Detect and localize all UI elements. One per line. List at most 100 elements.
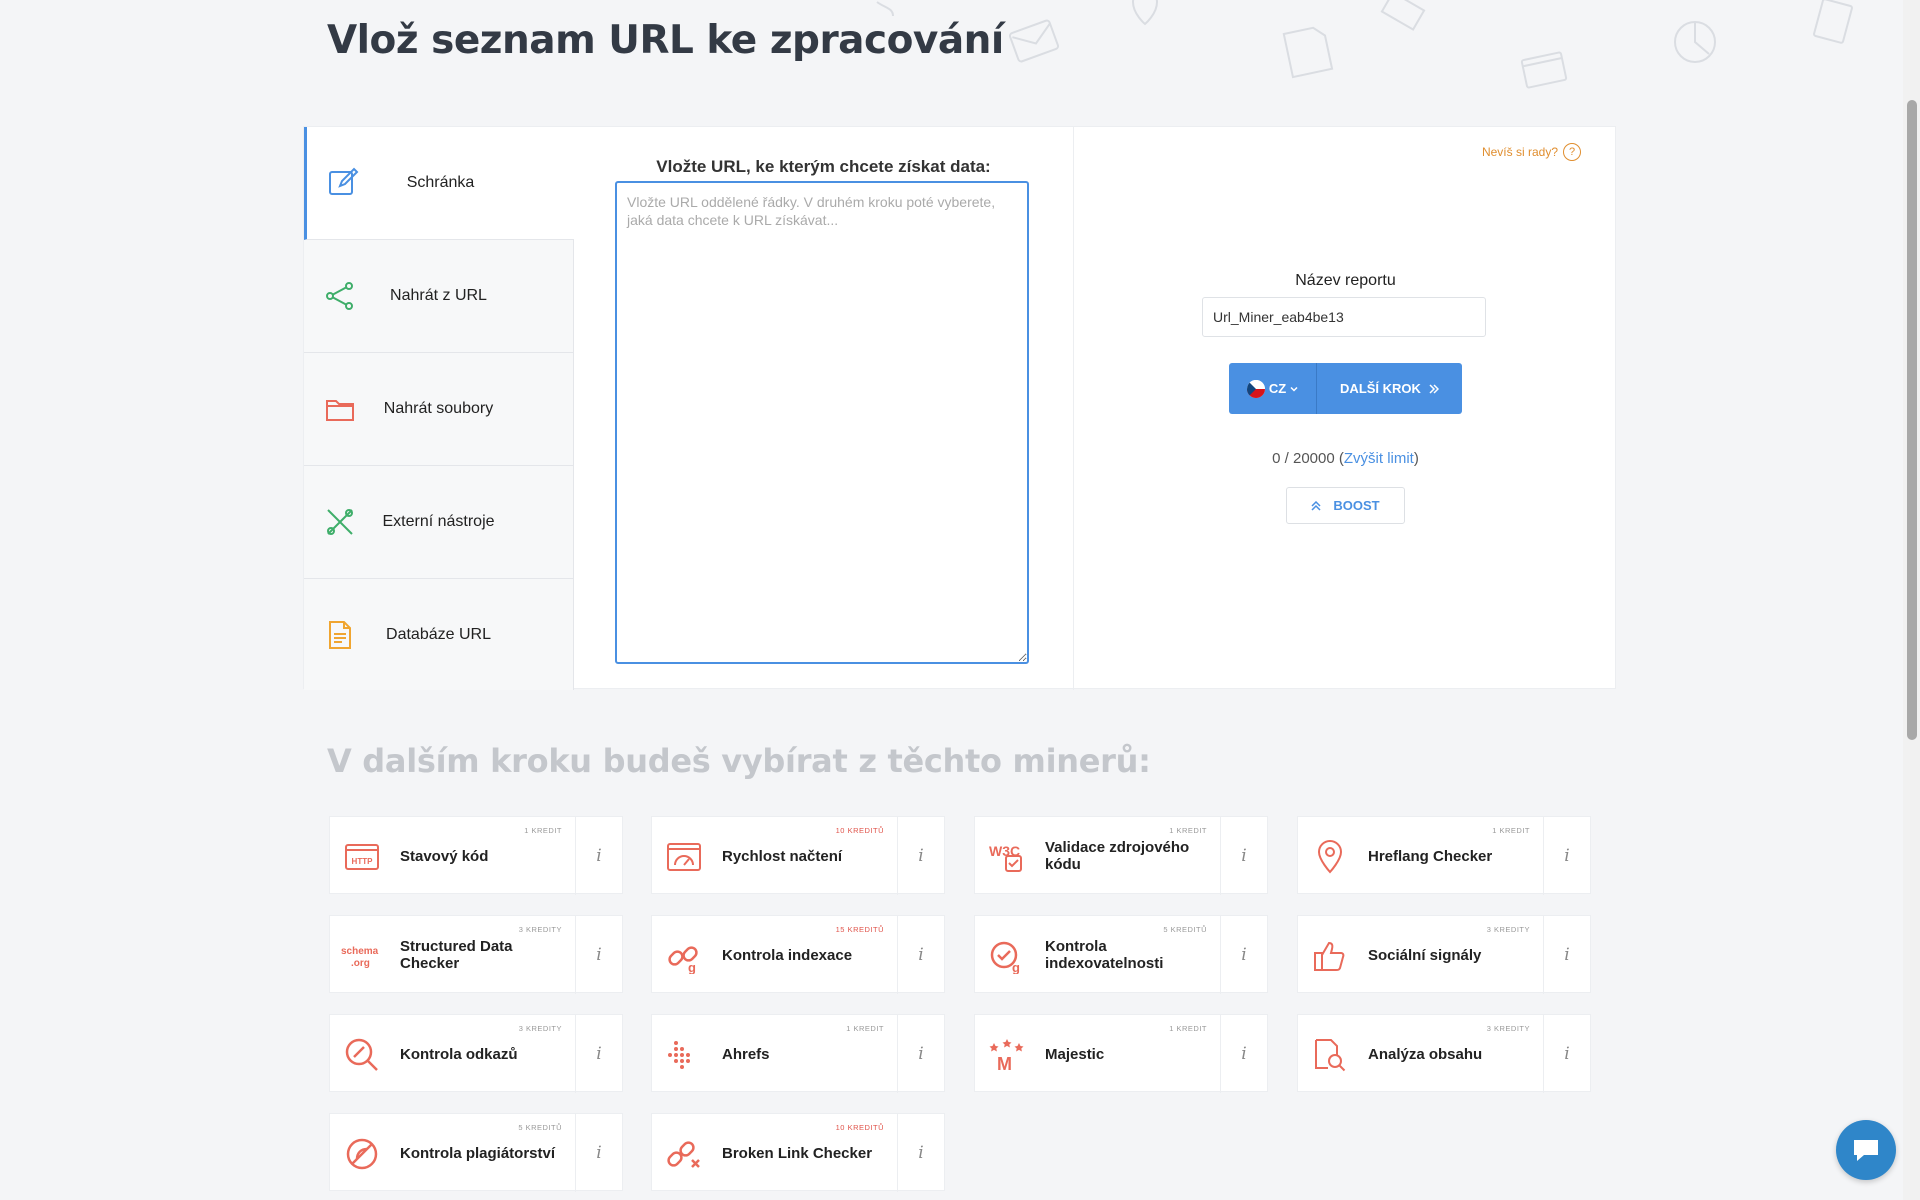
miner-credit: 1 KREDIT <box>524 826 562 835</box>
miner-info-button[interactable]: i <box>1543 916 1590 994</box>
miner-card[interactable]: Kontrola odkazů 3 KREDITY i <box>329 1014 623 1093</box>
chevron-down-icon <box>1290 386 1298 392</box>
miner-credit: 1 KREDIT <box>1169 826 1207 835</box>
miner-info-button[interactable]: i <box>897 1015 944 1093</box>
miner-info-button[interactable]: i <box>1220 1015 1267 1093</box>
miner-info-button[interactable]: i <box>897 1114 944 1192</box>
language-value: CZ <box>1268 381 1287 396</box>
indexability-icon: g <box>990 941 1020 974</box>
plagiarism-icon <box>346 1138 378 1170</box>
majestic-icon: M <box>989 1039 1024 1073</box>
source-item-clipboard[interactable]: Schránka <box>304 127 574 240</box>
svg-text:schema: schema <box>341 946 379 957</box>
miner-info-button[interactable]: i <box>1220 916 1267 994</box>
svg-text:g: g <box>1012 960 1020 974</box>
report-name-label: Název reportu <box>1295 272 1396 289</box>
miner-info-button[interactable]: i <box>897 817 944 895</box>
miner-credit: 3 KREDITY <box>518 1024 562 1033</box>
source-item-upload-files[interactable]: Nahrát soubory <box>304 353 574 466</box>
speed-icon <box>667 843 701 871</box>
limit-info: 0 / 20000 (Zvýšit limit) <box>1074 450 1617 467</box>
broken-link-icon <box>667 1141 700 1168</box>
url-input-label: Vložte URL, ke kterým chcete získat data… <box>656 157 991 176</box>
miner-credit: 5 KREDITŮ <box>1163 925 1207 934</box>
miner-card[interactable]: W3C Validace zdrojového kódu 1 KREDIT i <box>974 816 1268 895</box>
miner-card[interactable]: schema .org Structured Data Checker 3 KR… <box>329 915 623 994</box>
ahrefs-icon <box>668 1041 690 1069</box>
schema-org-icon: schema .org <box>341 946 379 969</box>
url-entry-area: Vložte URL, ke kterým chcete získat data… <box>574 127 1074 690</box>
miner-credit: 10 KREDITŮ <box>835 826 884 835</box>
source-item-external-tools[interactable]: Externí nástroje <box>304 466 574 579</box>
report-name-input[interactable] <box>1202 297 1486 337</box>
source-menu: Schránka Nahrát z URL Nahrát soubory Ext… <box>304 127 574 690</box>
content-analysis-icon <box>1315 1039 1346 1072</box>
miner-info-button[interactable]: i <box>575 1015 622 1093</box>
help-link[interactable]: Nevíš si rady? ? <box>1482 143 1581 161</box>
miner-credit: 1 KREDIT <box>1492 826 1530 835</box>
czech-flag-icon <box>1246 379 1265 398</box>
double-chevron-up-icon <box>1311 500 1321 511</box>
folder-icon <box>326 400 354 421</box>
edit-icon <box>329 167 359 195</box>
miner-info-button[interactable]: i <box>897 916 944 994</box>
double-chevron-right-icon <box>1429 383 1439 394</box>
miner-card[interactable]: Ahrefs 1 KREDIT i <box>651 1014 945 1093</box>
source-item-upload-url[interactable]: Nahrát z URL <box>304 240 574 353</box>
cta-group: CZ DALŠÍ KROK <box>1229 363 1462 414</box>
miner-info-button[interactable]: i <box>575 916 622 994</box>
miner-card[interactable]: Rychlost načtení 10 KREDITŮ i <box>651 816 945 895</box>
next-step-button[interactable]: DALŠÍ KROK <box>1317 363 1462 414</box>
miner-card[interactable]: g Kontrola indexace 15 KREDITŮ i <box>651 915 945 994</box>
next-step-label: DALŠÍ KROK <box>1340 381 1421 396</box>
miner-info-button[interactable]: i <box>575 817 622 895</box>
report-settings: Nevíš si rady? ? Název reportu CZ DALŠÍ … <box>1074 127 1617 690</box>
miner-info-button[interactable]: i <box>1543 1015 1590 1093</box>
w3c-icon: W3C <box>989 843 1022 872</box>
page-title: Vlož seznam URL ke zpracování <box>327 18 1004 63</box>
miner-card[interactable]: Broken Link Checker 10 KREDITŮ i <box>651 1113 945 1192</box>
miner-info-button[interactable]: i <box>1543 817 1590 895</box>
miners-section-title: V dalším kroku budeš vybírat z těchto mi… <box>327 742 1151 780</box>
miner-card[interactable]: Hreflang Checker 1 KREDIT i <box>1297 816 1591 895</box>
share-icon <box>326 282 353 310</box>
limit-count: 0 / 20000 ( <box>1272 450 1344 467</box>
miner-credit: 3 KREDITY <box>1486 925 1530 934</box>
http-icon: HTTP <box>345 844 379 870</box>
miner-info-button[interactable]: i <box>1220 817 1267 895</box>
thumbs-up-icon <box>1314 941 1345 971</box>
vertical-scrollbar[interactable] <box>1903 0 1920 1200</box>
source-item-url-database[interactable]: Databáze URL <box>304 579 574 690</box>
boost-button[interactable]: BOOST <box>1286 487 1405 524</box>
miner-credit: 15 KREDITŮ <box>835 925 884 934</box>
boost-label: BOOST <box>1333 498 1380 513</box>
svg-text:.org: .org <box>351 958 370 969</box>
miner-card[interactable]: g Kontrola indexovatelnosti 5 KREDITŮ i <box>974 915 1268 994</box>
miner-credit: 3 KREDITY <box>518 925 562 934</box>
question-icon: ? <box>1563 143 1581 161</box>
location-pin-icon <box>1317 840 1343 874</box>
svg-text:HTTP: HTTP <box>352 857 374 866</box>
document-icon <box>329 621 351 649</box>
chat-bubble-icon <box>1854 1140 1878 1161</box>
help-link-label: Nevíš si rady? <box>1481 145 1558 159</box>
miner-info-button[interactable]: i <box>575 1114 622 1192</box>
chat-button[interactable] <box>1836 1120 1896 1180</box>
miner-card[interactable]: Kontrola plagiátorství 5 KREDITŮ i <box>329 1113 623 1192</box>
miner-credit: 10 KREDITŮ <box>835 1123 884 1132</box>
language-select[interactable]: CZ <box>1229 363 1317 414</box>
miner-credit: 3 KREDITY <box>1486 1024 1530 1033</box>
miner-credit: 1 KREDIT <box>846 1024 884 1033</box>
scrollbar-thumb[interactable] <box>1907 100 1917 740</box>
miner-credit: 5 KREDITŮ <box>518 1123 562 1132</box>
increase-limit-link[interactable]: Zvýšit limit <box>1344 450 1414 467</box>
svg-text:g: g <box>688 960 696 974</box>
limit-close: ) <box>1413 450 1419 467</box>
link-search-icon <box>345 1038 378 1071</box>
miner-card[interactable]: Sociální signály 3 KREDITY i <box>1297 915 1591 994</box>
url-textarea[interactable] <box>615 181 1029 664</box>
svg-text:M: M <box>997 1054 1012 1073</box>
miner-card[interactable]: M Majestic 1 KREDIT i <box>974 1014 1268 1093</box>
miner-card[interactable]: HTTP Stavový kód 1 KREDIT i <box>329 816 623 895</box>
miner-card[interactable]: Analýza obsahu 3 KREDITY i <box>1297 1014 1591 1093</box>
